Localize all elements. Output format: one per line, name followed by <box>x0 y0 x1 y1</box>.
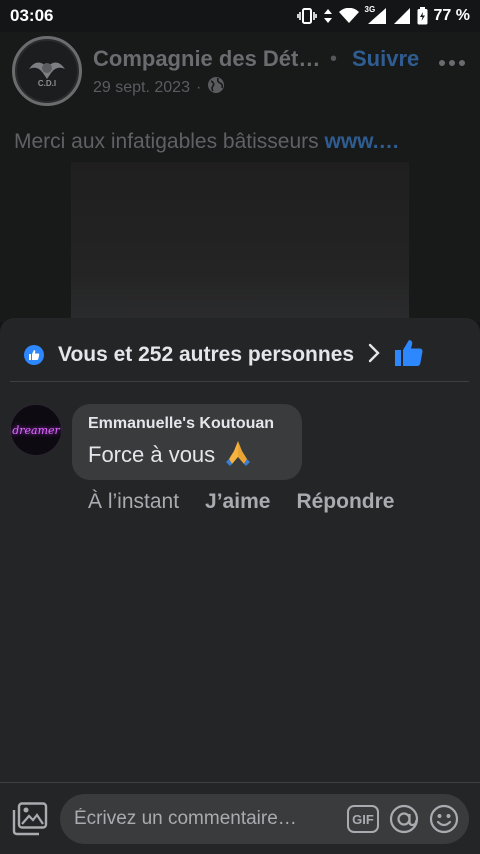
reactions-sheet: Vous et 252 autres personnes dreamer Emm… <box>0 318 480 854</box>
wifi-icon <box>338 8 359 24</box>
comment-input[interactable] <box>74 808 339 830</box>
post-photo[interactable] <box>71 162 409 322</box>
like-reaction-icon <box>24 345 44 365</box>
post-caption: Merci aux infatigables bâtisseurs www.… <box>14 130 400 154</box>
mention-icon[interactable] <box>389 804 419 834</box>
meta-separator: · <box>195 78 202 96</box>
post-date[interactable]: 29 sept. 2023 <box>93 79 190 97</box>
comment-text-row: Force à vous <box>88 437 286 473</box>
battery-icon <box>417 7 428 25</box>
signal-icon-2 <box>393 7 411 25</box>
comment-input-pill: GIF <box>60 794 469 844</box>
post: C.D.I Compagnie des Dét… • Suivre 29 sep… <box>0 32 480 322</box>
comment-like-button[interactable]: J’aime <box>205 490 270 514</box>
more-options-button[interactable] <box>438 48 466 74</box>
like-thumb-icon[interactable] <box>394 339 424 372</box>
reactions-summary[interactable]: Vous et 252 autres personnes <box>58 343 354 367</box>
commenter-avatar-text: dreamer <box>12 423 60 437</box>
data-arrows-icon <box>323 8 333 24</box>
divider <box>10 381 469 382</box>
caption-text: Merci aux infatigables bâtisseurs <box>14 130 325 153</box>
comment-reply-button[interactable]: Répondre <box>296 490 394 514</box>
emoji-icon[interactable] <box>429 804 459 834</box>
name-separator: • <box>330 48 338 70</box>
status-bar: 03:06 3G 77 % <box>0 0 480 32</box>
page-avatar-text: C.D.I <box>37 79 57 88</box>
comment-bubble[interactable]: Emmanuelle's Koutouan Force à vous <box>72 404 302 480</box>
comment-time: À l’instant <box>88 490 180 513</box>
signal-icon: 3G <box>364 5 387 25</box>
folded-hands-icon <box>223 437 253 473</box>
photo-picker-button[interactable] <box>12 802 48 836</box>
globe-icon <box>207 76 225 99</box>
gif-button[interactable]: GIF <box>347 805 379 833</box>
battery-percent: 77 % <box>433 7 470 24</box>
chevron-right-icon[interactable] <box>368 343 380 368</box>
comment-actions: À l’instant J’aime Répondre <box>88 490 394 514</box>
caption-link[interactable]: www.… <box>324 130 399 153</box>
post-meta: 29 sept. 2023 · <box>93 76 225 99</box>
photo-icon <box>12 802 48 836</box>
page-avatar[interactable]: C.D.I <box>12 36 82 106</box>
status-time: 03:06 <box>10 6 54 25</box>
more-horizontal-icon <box>439 60 465 66</box>
comment-author[interactable]: Emmanuelle's Koutouan <box>88 415 286 433</box>
reactions-summary-row[interactable]: Vous et 252 autres personnes <box>0 338 480 372</box>
composer-divider <box>0 782 480 783</box>
network-type: 3G <box>364 5 376 14</box>
vibrate-icon <box>296 8 317 24</box>
follow-button[interactable]: Suivre <box>352 46 419 72</box>
page-name[interactable]: Compagnie des Dét… <box>93 46 320 72</box>
status-icons: 3G 77 % <box>296 5 470 25</box>
comment-text: Force à vous <box>88 442 216 467</box>
commenter-avatar[interactable]: dreamer <box>10 404 62 456</box>
comment-composer: GIF <box>0 794 480 844</box>
